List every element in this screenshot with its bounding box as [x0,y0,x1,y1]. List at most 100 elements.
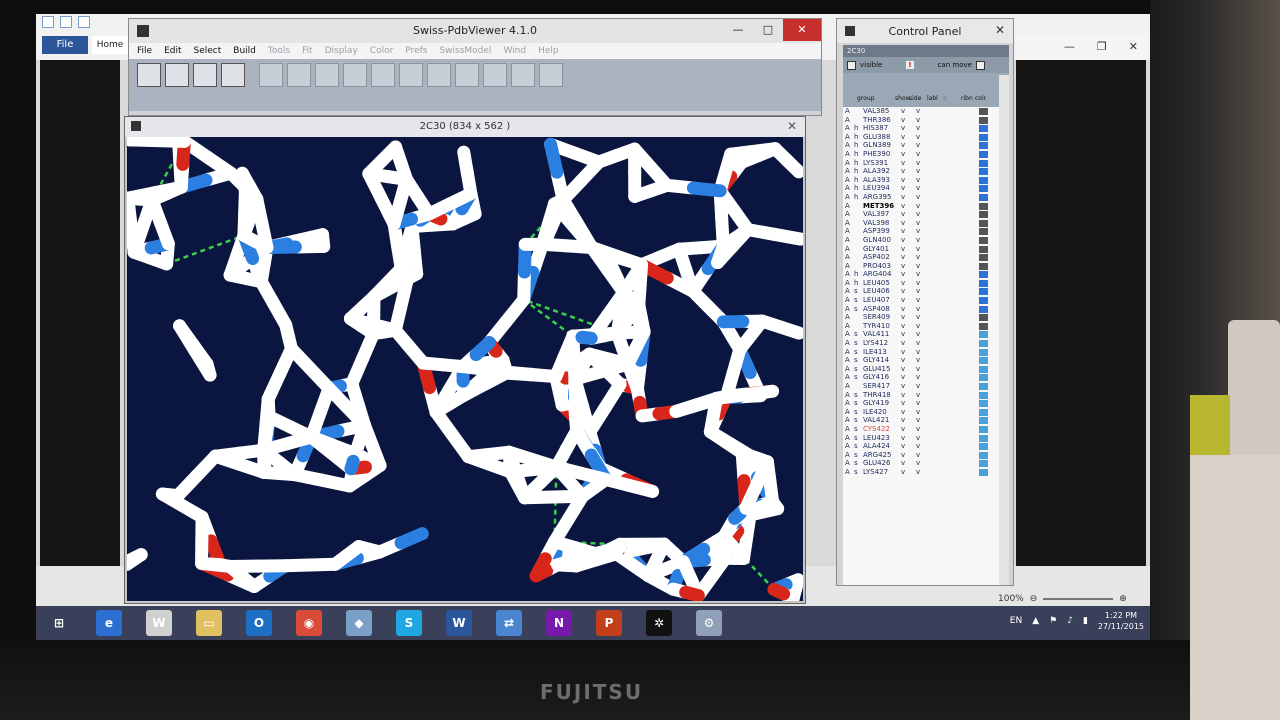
residue-color-swatch[interactable] [979,348,988,356]
residue-row[interactable]: As VAL411 v v [843,330,1009,339]
residue-color-swatch[interactable] [979,365,988,373]
rotate-tool[interactable] [221,63,245,87]
residue-color-swatch[interactable] [979,340,988,348]
close-button[interactable]: ✕ [1129,40,1138,53]
file-explorer-icon[interactable]: ▭ [196,610,222,636]
residue-color-swatch[interactable] [979,150,988,158]
residue-color-swatch[interactable] [979,383,988,390]
residue-row[interactable]: As GLY414 v v [843,356,1009,365]
molecule-rendering[interactable] [127,137,803,601]
word-icon[interactable]: W [446,610,472,636]
residue-color-swatch[interactable] [979,262,988,270]
menu-select[interactable]: Select [194,43,222,59]
column-ribn[interactable]: ribn [961,95,973,102]
menu-color[interactable]: Color [370,43,394,59]
residue-color-swatch[interactable] [979,142,988,150]
residue-row[interactable]: A ASP399 v v [843,227,1009,236]
column-group[interactable]: group [857,95,874,102]
torsion-tool[interactable] [455,63,479,87]
residue-row[interactable]: Ah LYS391 v v [843,159,1009,168]
restore-button[interactable]: ❐ [1097,40,1107,53]
residue-row[interactable]: As THR418 v v [843,391,1009,400]
residue-row[interactable]: Ah LEU405 v v [843,279,1009,288]
residue-color-swatch[interactable] [979,443,988,451]
close-icon[interactable]: ✕ [787,119,797,133]
language-indicator[interactable]: EN [1010,616,1022,626]
internet-explorer-icon[interactable]: e [96,610,122,636]
molecule-canvas[interactable] [127,137,803,601]
column-colr[interactable]: colr [975,95,986,102]
residue-color-swatch[interactable] [979,391,988,399]
residue-row[interactable]: A GLN400 v v [843,236,1009,245]
residue-color-swatch[interactable] [979,374,988,382]
battery-icon[interactable]: ▮ [1083,616,1088,626]
residue-color-swatch[interactable] [979,108,988,115]
residue-color-swatch[interactable] [979,245,988,253]
menu-fit[interactable]: Fit [302,43,313,59]
residue-row[interactable]: As ILE420 v v [843,408,1009,417]
residue-color-swatch[interactable] [979,271,988,279]
residue-color-swatch[interactable] [979,322,988,330]
people-icon[interactable]: ◆ [346,610,372,636]
residue-color-swatch[interactable] [979,202,988,210]
residue-color-swatch[interactable] [979,314,988,322]
angle-tool[interactable] [287,63,311,87]
menu-prefs[interactable]: Prefs [405,43,427,59]
residue-color-swatch[interactable] [979,468,988,476]
residue-color-swatch[interactable] [979,400,988,408]
residue-row[interactable]: Ah ARG395 v v [843,193,1009,202]
residue-row[interactable]: As GLY416 v v [843,373,1009,382]
residue-color-swatch[interactable] [979,434,988,442]
flag-icon[interactable]: ⚑ [1049,616,1057,626]
residue-row[interactable]: As LEU407 v v [843,296,1009,305]
save-icon[interactable] [42,16,54,28]
label-tool[interactable] [343,63,367,87]
center-tool[interactable] [137,63,161,87]
center-atom-tool[interactable] [371,63,395,87]
residue-row[interactable]: Ah ALA393 v v [843,176,1009,185]
residue-color-swatch[interactable] [979,297,988,305]
move-tool[interactable] [165,63,189,87]
residue-row[interactable]: A PRO403 v v [843,262,1009,271]
residue-row[interactable]: Ah ARG404 v v [843,270,1009,279]
residue-row[interactable]: As ALA424 v v [843,442,1009,451]
residue-row[interactable]: As GLY419 v v [843,399,1009,408]
skype-icon[interactable]: S [396,610,422,636]
residue-color-swatch[interactable] [979,116,988,124]
powerpoint-icon[interactable]: P [596,610,622,636]
residue-color-swatch[interactable] [979,254,988,262]
minimize-button[interactable]: — [723,19,753,41]
residue-row[interactable]: A SER409 v v [843,313,1009,322]
zoom-tool[interactable] [193,63,217,87]
residue-row[interactable]: A VAL398 v v [843,219,1009,228]
zoom-out-button[interactable]: ⊖ [1030,594,1038,604]
residue-color-swatch[interactable] [979,133,988,141]
residue-row[interactable]: As ASP408 v v [843,305,1009,314]
zoom-in-button[interactable]: ⊕ [1119,594,1127,604]
select-tool[interactable] [511,63,535,87]
maximize-button[interactable]: □ [753,19,783,41]
menu-tools[interactable]: Tools [268,43,290,59]
can-move-checkbox[interactable] [975,60,985,70]
menu-wind[interactable]: Wind [503,43,526,59]
onenote-icon[interactable]: N [546,610,572,636]
residue-row[interactable]: Ah ALA392 v v [843,167,1009,176]
residue-color-swatch[interactable] [979,279,988,287]
residue-color-swatch[interactable] [979,159,988,167]
scrollbar[interactable] [999,75,1009,585]
redo-icon[interactable] [78,16,90,28]
settings-icon[interactable]: ⚙ [696,610,722,636]
residue-color-swatch[interactable] [979,417,988,425]
residue-row[interactable]: A VAL385 v v [843,107,1009,116]
residue-row[interactable]: As LEU406 v v [843,287,1009,296]
tool-extra[interactable] [539,63,563,87]
close-icon[interactable]: ✕ [995,23,1005,37]
mutate-tool[interactable] [427,63,451,87]
undo-icon[interactable] [60,16,72,28]
menu-edit[interactable]: Edit [164,43,181,59]
residue-color-swatch[interactable] [979,288,988,296]
file-tab[interactable]: File [42,36,88,54]
residue-color-swatch[interactable] [979,211,988,219]
start-button[interactable]: ⊞ [46,610,72,636]
residue-color-swatch[interactable] [979,451,988,459]
